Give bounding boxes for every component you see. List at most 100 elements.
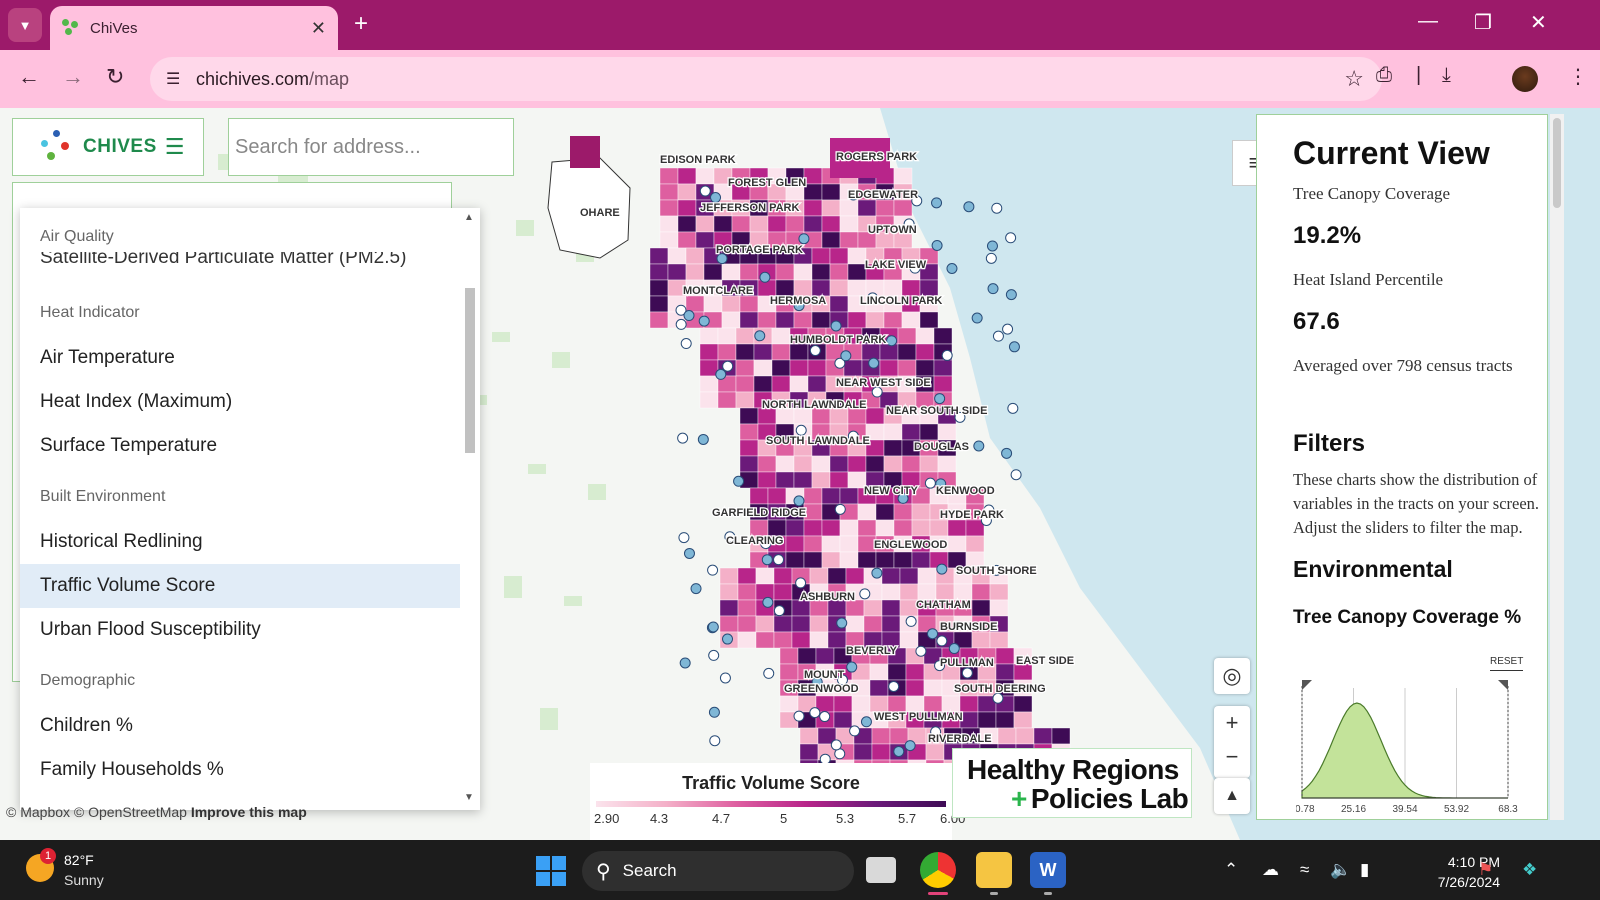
map-label: ASHBURN: [800, 591, 855, 603]
census-tract: [785, 551, 805, 569]
zoom-out-icon[interactable]: −: [1226, 742, 1239, 778]
census-tract: [853, 743, 873, 761]
census-tract: [821, 487, 841, 505]
browser-tab-strip: ▼ ChiVes ✕ + — ❐ ✕: [0, 0, 1600, 50]
chrome-icon[interactable]: [920, 852, 956, 888]
address-search-input[interactable]: [228, 118, 514, 176]
site-info-icon[interactable]: ☰: [166, 69, 180, 89]
census-tract: [649, 247, 669, 265]
word-icon[interactable]: W: [1030, 852, 1066, 888]
download-icon[interactable]: ⤓: [1442, 64, 1451, 87]
extensions-icon[interactable]: ⎙: [1376, 64, 1392, 87]
menu-icon[interactable]: ☰: [165, 134, 185, 160]
scrollbar-thumb[interactable]: [465, 288, 475, 453]
census-tract: [811, 247, 831, 265]
taskbar-search[interactable]: ⚲ Search: [582, 851, 854, 891]
volume-icon[interactable]: 🔈: [1330, 860, 1351, 880]
window-close-icon[interactable]: ✕: [1530, 10, 1547, 35]
panel-scrollbar-thumb[interactable]: [1553, 118, 1561, 208]
option-traffic-volume-score[interactable]: Traffic Volume Score: [20, 564, 460, 608]
option-heat-index[interactable]: Heat Index (Maximum): [20, 380, 460, 424]
chives-logo[interactable]: CHIVES ☰: [12, 118, 204, 176]
census-tract: [871, 727, 891, 745]
map-label: ROGERS PARK: [836, 151, 917, 163]
improve-map-link[interactable]: Improve this map: [191, 804, 307, 820]
reload-icon[interactable]: ↻: [106, 64, 124, 90]
windows-start-icon[interactable]: [536, 856, 566, 886]
option-pm25-cut[interactable]: Satellite-Derived Particulate Matter (PM…: [20, 252, 460, 276]
census-tract: [821, 215, 841, 233]
star-icon[interactable]: ☆: [1344, 66, 1364, 92]
census-tract: [901, 311, 921, 329]
option-air-temperature[interactable]: Air Temperature: [20, 336, 460, 380]
option-family-households[interactable]: Family Households %: [20, 748, 460, 792]
census-tract: [785, 519, 805, 537]
new-tab-icon[interactable]: +: [354, 11, 368, 37]
browser-tab[interactable]: ChiVes ✕: [50, 6, 338, 50]
census-tract: [833, 695, 853, 713]
option-group-heat-indicator: Heat Indicator: [40, 304, 140, 321]
wifi-icon[interactable]: ≈: [1300, 860, 1309, 880]
facility-point: [905, 615, 917, 627]
chevron-up-icon[interactable]: ⌃: [1224, 860, 1238, 880]
option-historical-redlining[interactable]: Historical Redlining: [20, 520, 460, 564]
zoom-in-icon[interactable]: +: [1226, 706, 1239, 742]
file-explorer-icon[interactable]: [976, 852, 1012, 888]
census-tract: [721, 311, 741, 329]
facility-point: [836, 617, 848, 629]
option-surface-temperature[interactable]: Surface Temperature: [20, 424, 460, 468]
profile-avatar[interactable]: [1512, 66, 1538, 92]
option-children[interactable]: Children %: [20, 704, 460, 748]
geolocate-icon[interactable]: ◎: [1214, 658, 1250, 694]
census-tract: [883, 311, 903, 329]
minimize-icon[interactable]: —: [1418, 10, 1438, 33]
dropdown-scrollbar[interactable]: ▲ ▼: [460, 208, 480, 810]
census-tract: [771, 375, 791, 393]
osm-credit[interactable]: © OpenStreetMap: [74, 804, 187, 820]
address-bar[interactable]: ☰ chichives.com/map ☆: [150, 57, 1382, 101]
facility-point: [763, 667, 775, 679]
task-view-icon[interactable]: [866, 857, 896, 883]
census-tract: [570, 136, 600, 168]
census-tract: [893, 167, 913, 185]
battery-icon[interactable]: ▮: [1360, 860, 1369, 880]
variable-dropdown[interactable]: Air Quality Satellite-Derived Particulat…: [20, 208, 480, 810]
scroll-down-icon[interactable]: ▼: [464, 792, 474, 803]
weather-condition[interactable]: Sunny: [64, 872, 104, 888]
tab-search-icon[interactable]: ▼: [8, 8, 42, 42]
notification-bell-icon[interactable]: ⚑: [1478, 860, 1493, 880]
back-icon[interactable]: ←: [18, 64, 40, 90]
census-tract: [829, 295, 849, 313]
option-urban-flood[interactable]: Urban Flood Susceptibility: [20, 608, 460, 652]
restore-icon[interactable]: ❐: [1474, 10, 1492, 35]
census-tract: [937, 455, 957, 473]
word-indicator: [1044, 892, 1052, 895]
panel-scrollbar[interactable]: [1550, 114, 1564, 820]
tree-canopy-histogram[interactable]: 10.78 25.16 39.54 53.92 68.3: [1296, 678, 1536, 818]
scroll-up-icon[interactable]: ▲: [464, 212, 474, 223]
compass-icon[interactable]: ▲: [1214, 778, 1250, 814]
park-area: [528, 464, 546, 474]
census-tract: [649, 311, 669, 329]
map-label: FOREST GLEN: [728, 177, 806, 189]
census-tract: [879, 343, 899, 361]
copilot-icon[interactable]: ❖: [1522, 860, 1537, 880]
mapbox-credit[interactable]: © Mapbox: [6, 804, 70, 820]
census-tract: [719, 583, 739, 601]
census-tract: [773, 631, 793, 649]
onedrive-icon[interactable]: ☁: [1262, 860, 1279, 880]
healthy-regions-logo[interactable]: Healthy Regions + Policies Lab: [952, 748, 1192, 818]
map-label: PULLMAN: [940, 657, 994, 669]
map-label: BURNSIDE: [940, 621, 997, 633]
census-tract: [821, 535, 841, 553]
close-icon[interactable]: ✕: [311, 18, 326, 39]
map-label: UPTOWN: [868, 224, 917, 236]
census-tract: [737, 583, 757, 601]
browser-toolbar: ← → ↻ ☰ chichives.com/map ☆ ⎙ | ⤓ ⋮: [0, 50, 1600, 108]
census-tract: [977, 711, 997, 729]
more-icon[interactable]: ⋮: [1568, 64, 1588, 89]
census-tract: [911, 551, 931, 569]
weather-temp[interactable]: 82°F: [64, 852, 94, 868]
reset-button[interactable]: RESET: [1490, 656, 1524, 671]
forward-icon[interactable]: →: [62, 64, 84, 90]
